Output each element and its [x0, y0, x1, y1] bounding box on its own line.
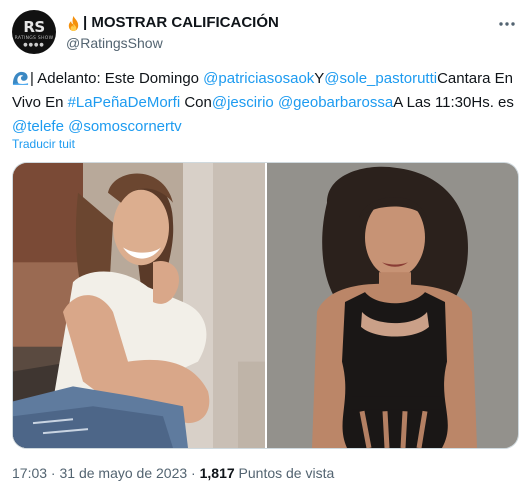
- tweet-text-segment: Y: [314, 70, 325, 87]
- views-count: 1,817: [199, 465, 235, 481]
- tweet-text-segment: | Adelanto: Este Domingo: [30, 70, 204, 87]
- media-grid: [12, 162, 519, 449]
- more-options-icon[interactable]: [497, 14, 517, 34]
- avatar-logo-subtext: RATINGS SHOW: [14, 36, 54, 41]
- photo-right[interactable]: [267, 163, 518, 448]
- tweet-text-segment: Con: [180, 94, 212, 111]
- tweet-mention-link[interactable]: @sole_pastorutti: [324, 70, 437, 87]
- tweet-mention-link[interactable]: @telefe: [12, 118, 64, 135]
- translate-tweet-link[interactable]: Traducir tuit: [12, 137, 75, 151]
- avatar[interactable]: RS RATINGS SHOW ●●●●: [12, 10, 56, 54]
- views-label: Puntos de vista: [234, 465, 335, 481]
- photo-left[interactable]: [13, 163, 265, 448]
- tweet-mention-link[interactable]: @patriciasosaok: [203, 70, 314, 87]
- tweet-mention-link[interactable]: #LaPeñaDeMorfi: [68, 94, 181, 111]
- wave-icon: [12, 69, 29, 86]
- display-name-link[interactable]: | MOSTRAR CALIFICACIÓN: [66, 14, 279, 32]
- tweet-date[interactable]: 31 de mayo de 2023: [60, 465, 188, 481]
- tweet-body: | Adelanto: Este Domingo @patriciasosaok…: [12, 70, 514, 135]
- avatar-logo-dots: ●●●●: [23, 42, 45, 48]
- tweet-time[interactable]: 17:03: [12, 465, 47, 481]
- tweet-text-segment: A Las 11:30Hs. es: [393, 94, 514, 111]
- photo-left-image: [13, 163, 265, 448]
- author-handle[interactable]: @RatingsShow: [66, 34, 279, 52]
- photo-right-image: [267, 163, 518, 448]
- avatar-logo-text: RS: [23, 18, 45, 36]
- tweet-meta: 17:03 · 31 de mayo de 2023 · 1,817 Punto…: [12, 464, 334, 482]
- tweet-mention-link[interactable]: @somoscornertv: [68, 118, 182, 135]
- tweet-mention-link[interactable]: @jescirio: [212, 94, 274, 111]
- author-names: | MOSTRAR CALIFICACIÓN @RatingsShow: [66, 14, 279, 52]
- fire-icon: [68, 15, 79, 31]
- tweet-text: | Adelanto: Este Domingo @patriciasosaok…: [12, 67, 517, 139]
- tweet-header: RS RATINGS SHOW ●●●● | MOSTRAR CALIFICAC…: [12, 10, 517, 54]
- meta-separator: ·: [47, 465, 60, 481]
- display-name: | MOSTRAR CALIFICACIÓN: [83, 14, 279, 31]
- tweet-mention-link[interactable]: @geobarbarossa: [278, 94, 393, 111]
- meta-separator: ·: [187, 465, 200, 481]
